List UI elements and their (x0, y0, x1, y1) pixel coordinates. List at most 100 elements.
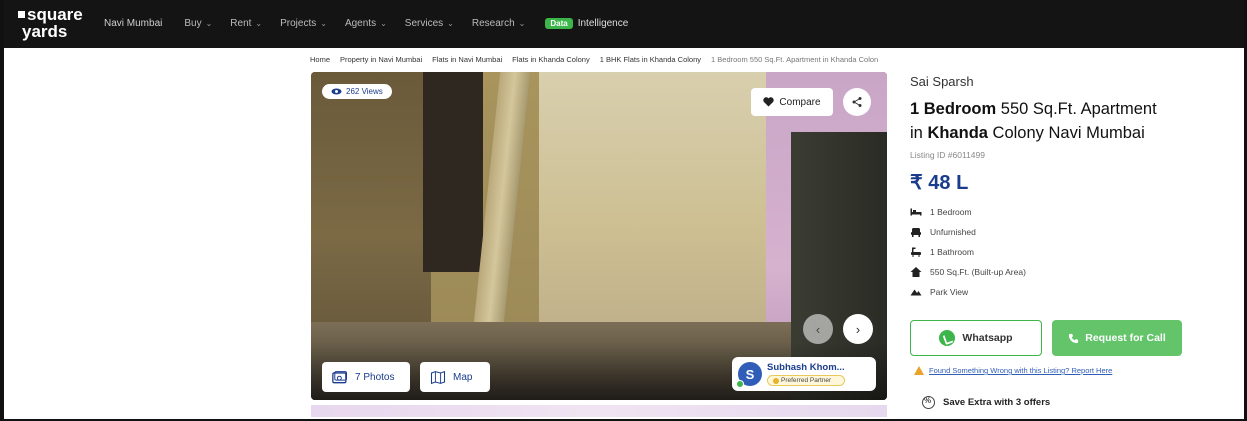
photo-gallery[interactable]: 262 Views Compare ‹ › 7 Photos Map S Sub… (311, 72, 887, 400)
nav-city[interactable]: Navi Mumbai (104, 18, 162, 29)
nav-research[interactable]: Research ⌄ (472, 18, 526, 29)
nav-projects-label: Projects (280, 18, 317, 29)
logo-line2: yards (22, 22, 68, 41)
nav-buy[interactable]: Buy ⌄ (184, 18, 212, 29)
title-rest-1: 550 Sq.Ft. Apartment (996, 100, 1157, 118)
nav-projects[interactable]: Projects ⌄ (280, 18, 327, 29)
warning-icon (914, 366, 924, 375)
feature-bedrooms: 1 Bedroom (910, 205, 1230, 219)
request-call-label: Request for Call (1085, 332, 1166, 344)
nav-services-label: Services (404, 18, 444, 29)
map-label: Map (453, 371, 473, 383)
home-icon (910, 266, 922, 278)
phone-icon (1069, 333, 1079, 343)
feature-furnishing: Unfurnished (910, 225, 1230, 239)
photo-doorway (423, 72, 483, 272)
share-button[interactable] (843, 88, 871, 116)
agent-info: Subhash Khom... Preferred Partner (767, 362, 845, 386)
breadcrumb: Home Property in Navi Mumbai Flats in Na… (310, 55, 888, 64)
star-icon (773, 377, 779, 384)
report-listing-link[interactable]: Found Something Wrong with this Listing?… (914, 366, 1112, 375)
feature-area: 550 Sq.Ft. (Built-up Area) (910, 265, 1230, 279)
listing-id: Listing ID #6011499 (910, 150, 985, 160)
map-icon (430, 370, 446, 384)
compare-button[interactable]: Compare (751, 88, 833, 116)
map-button[interactable]: Map (420, 362, 490, 392)
feature-view-label: Park View (930, 287, 969, 297)
furnishing-icon (910, 226, 922, 238)
view-icon (910, 286, 922, 298)
chevron-down-icon: ⌄ (205, 19, 213, 28)
breadcrumb-property[interactable]: Property in Navi Mumbai (340, 55, 422, 64)
whatsapp-button[interactable]: Whatsapp (910, 320, 1042, 356)
breadcrumb-home[interactable]: Home (310, 55, 330, 64)
feature-list: 1 Bedroom Unfurnished 1 Bathroom 550 Sq.… (910, 205, 1230, 299)
prev-photo-button[interactable]: ‹ (803, 314, 833, 344)
feature-area-label: 550 Sq.Ft. (Built-up Area) (930, 267, 1026, 277)
breadcrumb-flats-city[interactable]: Flats in Navi Mumbai (432, 55, 502, 64)
compare-label: Compare (779, 96, 821, 108)
nav-agents[interactable]: Agents ⌄ (345, 18, 387, 29)
bath-icon (910, 246, 922, 258)
preferred-partner-badge: Preferred Partner (767, 375, 845, 386)
agent-name: Subhash Khom... (767, 362, 845, 373)
chevron-down-icon: ⌄ (320, 19, 327, 28)
whatsapp-label: Whatsapp (962, 332, 1013, 344)
listing-details: Sai Sparsh 1 Bedroom 550 Sq.Ft. Apartmen… (910, 74, 1230, 299)
avatar: S (736, 362, 762, 388)
site-logo[interactable]: square yards (18, 6, 83, 40)
nav-research-label: Research (471, 18, 515, 29)
agent-card[interactable]: S Subhash Khom... Preferred Partner (732, 357, 876, 391)
feature-bedrooms-label: 1 Bedroom (930, 207, 972, 217)
nav-intelligence-label: Intelligence (577, 18, 629, 29)
report-listing-label: Found Something Wrong with this Listing?… (929, 366, 1113, 375)
chevron-down-icon: ⌄ (255, 19, 263, 28)
chevron-right-icon: › (855, 321, 861, 337)
heart-icon (763, 97, 775, 107)
chevron-down-icon: ⌄ (447, 19, 454, 28)
avatar-initial: S (745, 366, 755, 382)
photos-button[interactable]: 7 Photos (322, 362, 410, 392)
project-name[interactable]: Sai Sparsh (910, 74, 1230, 89)
discount-icon (922, 396, 935, 409)
title-rest-2: Colony Navi Mumbai (987, 124, 1145, 142)
contact-actions: Whatsapp Request for Call (910, 320, 1182, 356)
photos-icon (332, 370, 347, 383)
next-photo-button[interactable]: › (843, 314, 873, 344)
views-badge: 262 Views (322, 84, 392, 99)
online-dot-icon (736, 380, 744, 388)
feature-bathrooms-label: 1 Bathroom (930, 247, 974, 257)
nav-city-label: Navi Mumbai (104, 18, 163, 29)
title-bold-1: 1 Bedroom (910, 100, 997, 118)
nav-rent-label: Rent (230, 18, 252, 29)
partner-badge-label: Preferred Partner (781, 377, 832, 384)
breadcrumb-flats-locality[interactable]: Flats in Khanda Colony (512, 55, 590, 64)
breadcrumb-bhk[interactable]: 1 BHK Flats in Khanda Colony (600, 55, 701, 64)
whatsapp-icon (939, 330, 956, 346)
photo-wall-main (539, 72, 769, 332)
chevron-down-icon: ⌄ (380, 19, 387, 28)
chevron-left-icon: ‹ (815, 321, 821, 337)
breadcrumb-current: 1 Bedroom 550 Sq.Ft. Apartment in Khanda… (711, 55, 879, 64)
offers-label: Save Extra with 3 offers (943, 397, 1051, 408)
top-navbar: square yards Navi Mumbai Buy ⌄ Rent ⌄ Proj… (4, 0, 1244, 48)
title-pre-2: in (910, 124, 928, 142)
listing-price: ₹ 48 L (910, 172, 969, 194)
request-call-button[interactable]: Request for Call (1052, 320, 1182, 356)
feature-bathrooms: 1 Bathroom (910, 245, 1230, 259)
nav-buy-label: Buy (184, 18, 202, 29)
nav-services[interactable]: Services ⌄ (405, 18, 454, 29)
chevron-down-icon: ⌄ (518, 19, 526, 28)
next-section-strip (311, 405, 887, 417)
offers-row[interactable]: Save Extra with 3 offers (922, 396, 1050, 409)
nav-data-intelligence[interactable]: Data Intelligence (545, 18, 628, 29)
eye-icon (331, 88, 342, 95)
nav-rent[interactable]: Rent ⌄ (230, 18, 262, 29)
logo-square-icon (18, 11, 25, 18)
feature-view: Park View (910, 285, 1230, 299)
data-badge: Data (545, 18, 573, 29)
views-count: 262 Views (346, 87, 383, 96)
title-bold-2: Khanda (927, 124, 988, 142)
frame-border-left (0, 0, 4, 421)
share-icon (852, 97, 862, 107)
